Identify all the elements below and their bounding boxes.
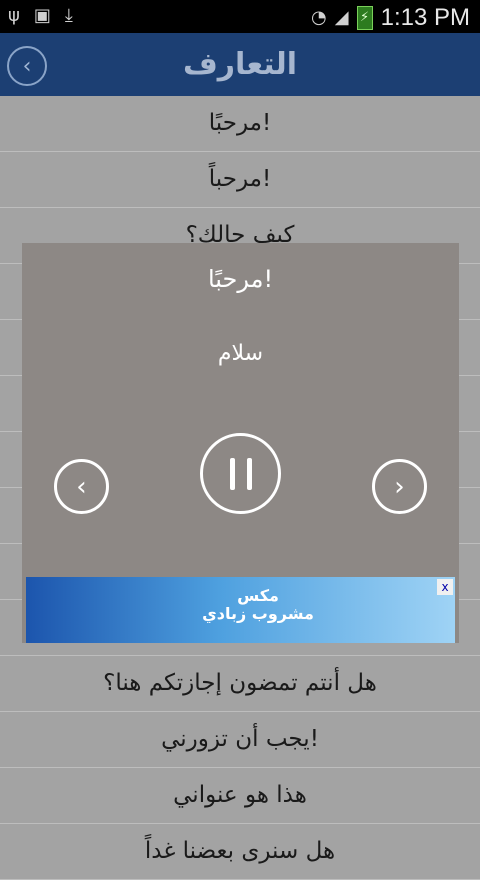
list-item[interactable]: هل أنتم تمضون إجازتكم هنا؟ — [0, 656, 480, 712]
app-header: التعارف ‹ — [0, 33, 480, 96]
list-item[interactable]: هذا هو عنواني — [0, 768, 480, 824]
phrase-title: مرحبًا! — [207, 265, 274, 293]
chevron-right-icon: › — [394, 471, 405, 502]
battery-charging-icon — [356, 6, 373, 30]
ad-close-icon[interactable]: x — [437, 579, 453, 595]
next-button[interactable]: › — [372, 459, 427, 514]
list-item[interactable]: مرحبًا! — [0, 96, 480, 152]
image-icon: ▣ — [33, 5, 51, 26]
back-button[interactable]: ‹ — [7, 46, 47, 86]
list-item[interactable]: مرحباً! — [0, 152, 480, 208]
list-item[interactable]: هل سنرى بعضنا غداً — [0, 824, 480, 880]
status-bar: ψ ▣ ⤓ ◔ ◢ 1:13 PM — [0, 0, 480, 33]
player-dialog: مرحبًا! سلام ‹ › x مكس مشروب زبادي — [22, 243, 459, 643]
wifi-icon: ◔ — [311, 7, 327, 28]
phrase-translation: سلام — [217, 341, 264, 366]
ad-banner[interactable]: x مكس مشروب زبادي — [26, 577, 455, 643]
pause-icon — [229, 457, 252, 490]
chevron-left-icon: ‹ — [76, 471, 87, 502]
clock: 1:13 PM — [380, 4, 470, 31]
chevron-left-icon: ‹ — [22, 53, 32, 79]
signal-icon: ◢ — [334, 7, 349, 28]
download-icon: ⤓ — [64, 5, 73, 26]
page-title: التعارف — [182, 47, 298, 82]
usb-icon: ψ — [8, 5, 20, 26]
previous-button[interactable]: ‹ — [54, 459, 109, 514]
pause-button[interactable] — [200, 433, 281, 514]
list-item[interactable]: يجب أن تزورني! — [0, 712, 480, 768]
ad-brand: مكس مشروب زبادي — [202, 586, 314, 623]
